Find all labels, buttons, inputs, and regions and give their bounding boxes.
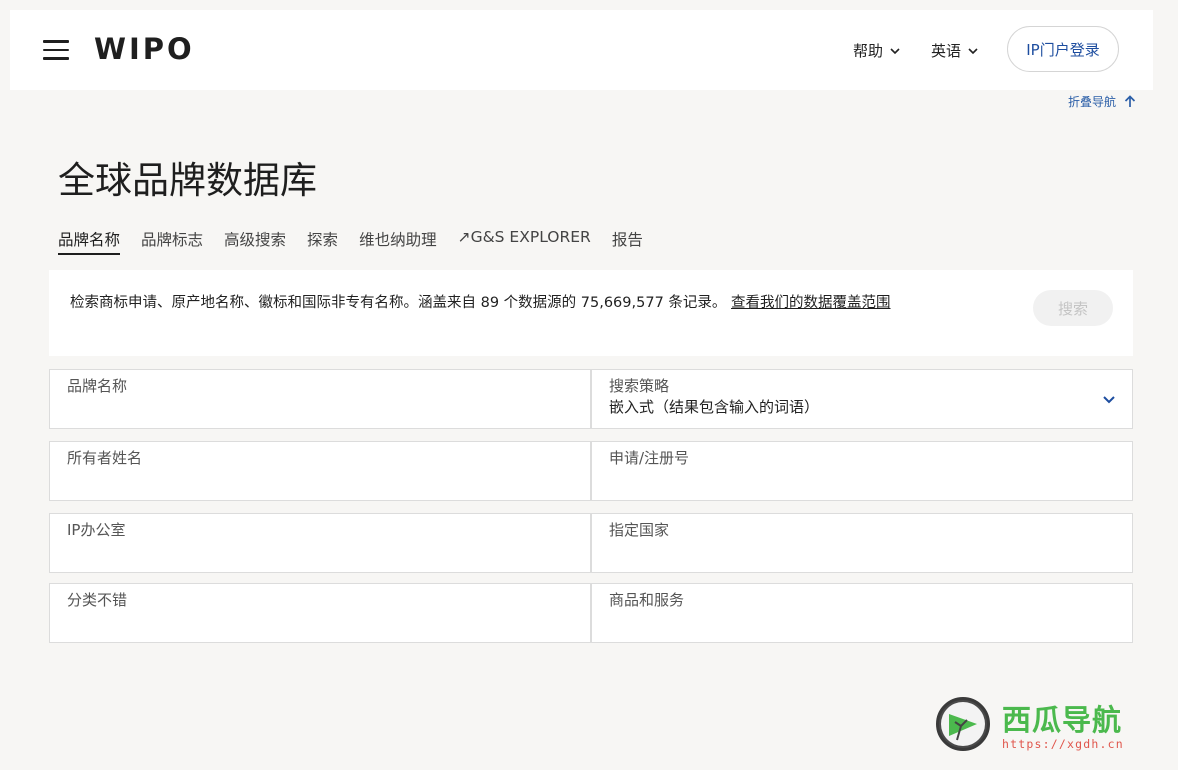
search-strategy-select[interactable]: 搜索策略 嵌入式（结果包含输入的词语） — [591, 369, 1133, 429]
brand-name-field[interactable]: 品牌名称 — [49, 369, 591, 429]
designated-country-input[interactable] — [609, 542, 1113, 570]
application-number-input[interactable] — [609, 470, 1113, 498]
wipo-logo[interactable]: WIPO — [94, 32, 195, 66]
menu-icon[interactable] — [43, 40, 69, 60]
watermark-logo-icon — [936, 697, 990, 751]
arrow-up-icon — [1124, 95, 1136, 107]
help-dropdown[interactable]: 帮助 — [853, 40, 901, 61]
page-title: 全球品牌数据库 — [58, 159, 317, 202]
tab-brand-name[interactable]: 品牌名称 — [58, 228, 121, 255]
application-number-field[interactable]: 申请/注册号 — [591, 441, 1133, 501]
owner-name-input[interactable] — [67, 470, 571, 498]
info-panel: 检索商标申请、原产地名称、徽标和国际非专有名称。涵盖来自 89 个数据源的 75… — [49, 270, 1133, 356]
tab-gs-explorer[interactable]: ↗G&S EXPLORER — [458, 228, 591, 255]
classification-label: 分类不错 — [67, 591, 128, 609]
chevron-down-icon — [1103, 396, 1115, 404]
tab-reports[interactable]: 报告 — [612, 228, 643, 255]
brand-name-input[interactable] — [67, 398, 571, 426]
classification-field[interactable]: 分类不错 — [49, 583, 591, 643]
search-strategy-label: 搜索策略 — [609, 377, 670, 395]
watermark-title: 西瓜导航 — [1002, 703, 1123, 737]
tab-vienna-assistant[interactable]: 维也纳助理 — [359, 228, 437, 255]
coverage-description: 检索商标申请、原产地名称、徽标和国际非专有名称。涵盖来自 89 个数据源的 75… — [70, 295, 727, 311]
ip-portal-login-button[interactable]: IP门户登录 — [1007, 26, 1119, 72]
top-header: WIPO 帮助 英语 IP门户登录 — [10, 10, 1153, 90]
brand-name-label: 品牌名称 — [67, 377, 128, 395]
search-tabs: 品牌名称 品牌标志 高级搜索 探索 维也纳助理 ↗G&S EXPLORER 报告 — [58, 228, 643, 255]
language-label: 英语 — [931, 42, 962, 60]
tab-brand-logo[interactable]: 品牌标志 — [141, 228, 203, 255]
designated-country-label: 指定国家 — [609, 521, 670, 539]
watermark: 西瓜导航 https://xgdh.cn — [936, 695, 1166, 759]
ip-office-input[interactable] — [67, 542, 571, 570]
owner-name-label: 所有者姓名 — [67, 449, 143, 467]
owner-name-field[interactable]: 所有者姓名 — [49, 441, 591, 501]
tab-explore[interactable]: 探索 — [307, 228, 338, 255]
search-button[interactable]: 搜索 — [1033, 290, 1113, 326]
ip-office-label: IP办公室 — [67, 521, 126, 539]
goods-services-field[interactable]: 商品和服务 — [591, 583, 1133, 643]
classification-input[interactable] — [67, 612, 571, 640]
search-strategy-value: 嵌入式（结果包含输入的词语） — [609, 398, 820, 416]
help-label: 帮助 — [853, 42, 884, 60]
application-number-label: 申请/注册号 — [609, 449, 690, 467]
watermark-url: https://xgdh.cn — [1002, 737, 1124, 751]
language-dropdown[interactable]: 英语 — [931, 40, 979, 61]
chevron-down-icon — [890, 47, 900, 54]
chevron-down-icon — [968, 47, 978, 54]
ip-office-field[interactable]: IP办公室 — [49, 513, 591, 573]
goods-services-label: 商品和服务 — [609, 591, 685, 609]
info-text: 检索商标申请、原产地名称、徽标和国际非专有名称。涵盖来自 89 个数据源的 75… — [70, 291, 920, 316]
goods-services-input[interactable] — [609, 612, 1113, 640]
collapse-nav-label: 折叠导航 — [1068, 95, 1117, 109]
tab-advanced-search[interactable]: 高级搜索 — [224, 228, 286, 255]
designated-country-field[interactable]: 指定国家 — [591, 513, 1133, 573]
collapse-nav-button[interactable]: 折叠导航 — [1068, 93, 1136, 110]
data-coverage-link[interactable]: 查看我们的数据覆盖范围 — [731, 295, 891, 311]
